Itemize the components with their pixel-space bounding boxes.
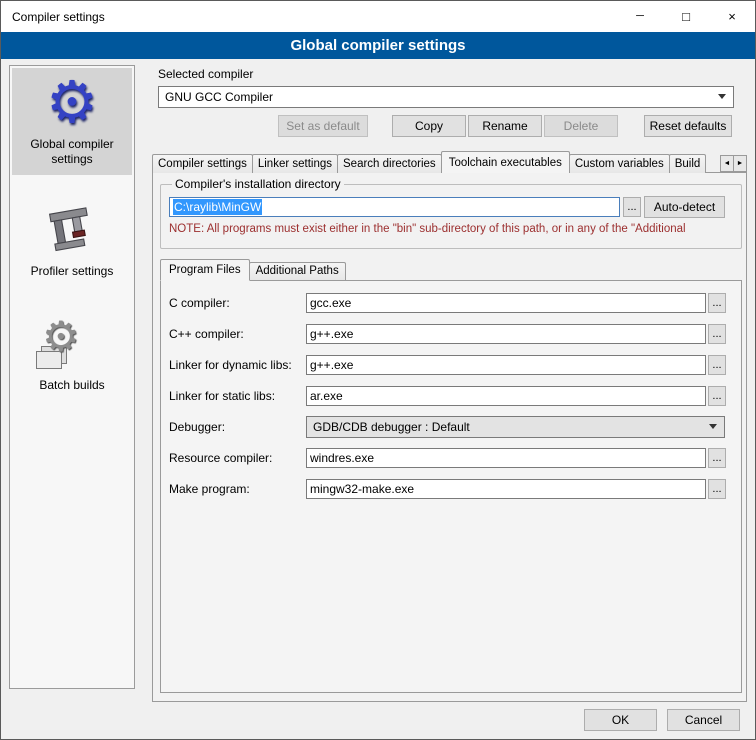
sidebar-item-label: Batch builds [14,378,130,393]
field-label: Linker for static libs: [169,389,306,403]
selected-compiler-dropdown[interactable]: GNU GCC Compiler [158,86,734,108]
window-controls: ─ □ × [617,1,755,32]
main-area: Selected compiler GNU GCC Compiler Set a… [146,59,755,739]
field-row-linker-dynamic: Linker for dynamic libs: g++.exe ... [169,354,733,376]
installation-directory-input[interactable]: C:\raylib\MinGW [169,197,620,217]
tab-linker-settings[interactable]: Linker settings [252,154,338,173]
sidebar-item-label: Global compiler settings [14,137,130,167]
gear-icon: ⚙ [14,72,130,134]
sidebar-item-batch-builds[interactable]: ⚙ Batch builds [12,303,132,401]
field-value: g++.exe [310,358,353,372]
copy-button[interactable]: Copy [392,115,466,137]
browse-button[interactable]: ... [708,479,726,499]
reset-defaults-button[interactable]: Reset defaults [644,115,732,137]
field-value: windres.exe [310,451,374,465]
browse-button[interactable]: ... [708,355,726,375]
close-button[interactable]: × [709,1,755,32]
tab-custom-variables[interactable]: Custom variables [569,154,670,173]
subtabs: Program Files Additional Paths [160,258,737,280]
cpp-compiler-input[interactable]: g++.exe [306,324,706,344]
make-program-input[interactable]: mingw32-make.exe [306,479,706,499]
installation-directory-group: Compiler's installation directory C:\ray… [160,177,742,249]
field-label: C compiler: [169,296,306,310]
installation-directory-group-title: Compiler's installation directory [172,177,344,191]
linker-dynamic-input[interactable]: g++.exe [306,355,706,375]
field-row-debugger: Debugger: GDB/CDB debugger : Default [169,416,733,438]
dialog-body: ⚙ Global compiler settings Profiler sett… [1,59,755,739]
field-value: mingw32-make.exe [310,482,414,496]
c-compiler-input[interactable]: gcc.exe [306,293,706,313]
set-as-default-button[interactable]: Set as default [278,115,368,137]
minimize-button[interactable]: ─ [617,1,663,32]
field-label: Debugger: [169,420,306,434]
field-label: Resource compiler: [169,451,306,465]
debugger-value: GDB/CDB debugger : Default [313,420,470,434]
tab-search-directories[interactable]: Search directories [337,154,442,173]
auto-detect-button[interactable]: Auto-detect [644,196,725,218]
maximize-button[interactable]: □ [663,1,709,32]
field-label: Make program: [169,482,306,496]
selected-compiler-value: GNU GCC Compiler [165,90,273,104]
titlebar: Compiler settings ─ □ × [1,1,755,32]
resource-compiler-input[interactable]: windres.exe [306,448,706,468]
browse-button[interactable]: ... [708,324,726,344]
field-row-resource-compiler: Resource compiler: windres.exe ... [169,447,733,469]
tab-build-options[interactable]: Build [669,154,707,173]
sidebar: ⚙ Global compiler settings Profiler sett… [9,65,135,689]
compiler-settings-window: Compiler settings ─ □ × Global compiler … [0,0,756,740]
field-row-cpp-compiler: C++ compiler: g++.exe ... [169,323,733,345]
chevron-down-icon [718,94,726,99]
compiler-buttons-row: Set as default Copy Rename Delete Reset … [278,115,732,137]
subtab-program-files[interactable]: Program Files [160,259,250,281]
cancel-button[interactable]: Cancel [667,709,740,731]
dialog-footer: OK Cancel [584,709,740,731]
tab-scroll-left-icon[interactable]: ◄ [720,155,734,172]
field-row-make-program: Make program: mingw32-make.exe ... [169,478,733,500]
debugger-dropdown[interactable]: GDB/CDB debugger : Default [306,416,725,438]
browse-button[interactable]: ... [708,386,726,406]
sidebar-item-global-compiler-settings[interactable]: ⚙ Global compiler settings [12,68,132,175]
rename-button[interactable]: Rename [468,115,542,137]
window-title: Compiler settings [12,10,105,24]
tab-toolchain-executables[interactable]: Toolchain executables [441,151,570,173]
delete-button[interactable]: Delete [544,115,618,137]
browse-button[interactable]: ... [708,293,726,313]
installation-directory-row: C:\raylib\MinGW ... Auto-detect [169,196,733,218]
installation-directory-value: C:\raylib\MinGW [173,199,262,215]
tab-scroll-arrows: ◄ ► [720,155,747,172]
browse-directory-button[interactable]: ... [623,197,641,217]
page-title: Global compiler settings [1,32,755,59]
field-value: gcc.exe [310,296,351,310]
field-value: g++.exe [310,327,353,341]
ok-button[interactable]: OK [584,709,657,731]
tab-scroll-right-icon[interactable]: ► [733,155,747,172]
gear-icon: ⚙ [42,315,80,359]
browse-button[interactable]: ... [708,448,726,468]
field-label: C++ compiler: [169,327,306,341]
tab-compiler-settings[interactable]: Compiler settings [152,154,253,173]
field-row-linker-static: Linker for static libs: ar.exe ... [169,385,733,407]
toolchain-executables-panel: Compiler's installation directory C:\ray… [152,172,747,702]
subtab-additional-paths[interactable]: Additional Paths [249,262,346,280]
note-text: NOTE: All programs must exist either in … [169,223,733,235]
selected-compiler-label: Selected compiler [158,67,253,81]
linker-static-input[interactable]: ar.exe [306,386,706,406]
profiler-icon [14,203,130,261]
batch-builds-icon: ⚙ [14,319,130,375]
tabs-scroller: Compiler settings Linker settings Search… [152,150,718,173]
sidebar-item-label: Profiler settings [14,264,130,279]
field-label: Linker for dynamic libs: [169,358,306,372]
program-files-panel: C compiler: gcc.exe ... C++ compiler: g+… [160,280,742,693]
field-value: ar.exe [310,389,343,403]
sidebar-item-profiler-settings[interactable]: Profiler settings [12,189,132,287]
chevron-down-icon [709,424,717,429]
field-row-c-compiler: C compiler: gcc.exe ... [169,292,733,314]
tabstrip: Compiler settings Linker settings Search… [152,150,747,173]
